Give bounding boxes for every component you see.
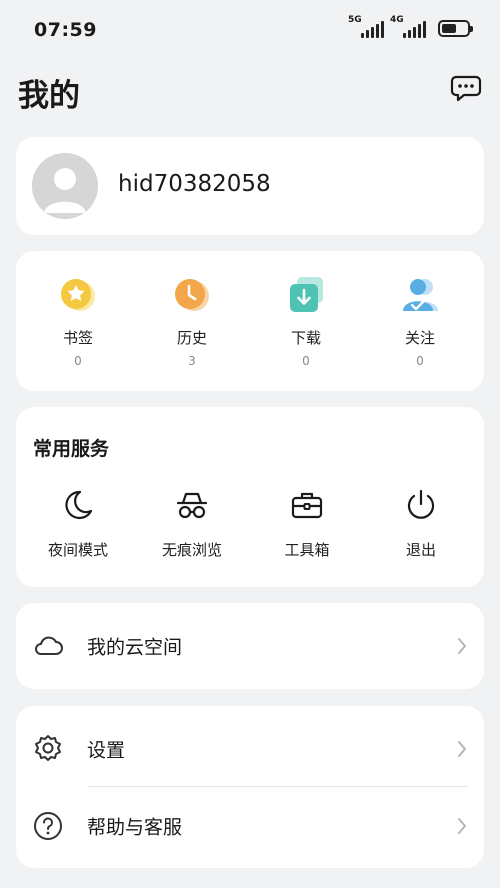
stat-label: 历史 [176,329,207,347]
page-title: 我的 [18,78,80,114]
row-label: 帮助与客服 [87,816,183,839]
chevron-right-icon [456,816,468,836]
service-label: 夜间模式 [47,541,108,559]
service-night-mode[interactable]: 夜间模式 [23,487,133,560]
services-title: 常用服务 [33,438,110,460]
signal-5g-icon: 5G [348,15,384,38]
status-time: 07:59 [34,19,97,41]
battery-icon [438,19,473,37]
service-label: 退出 [405,541,436,559]
stat-count: 0 [302,354,310,368]
signal-4g-icon: 4G [390,15,426,38]
username[interactable]: hid70382058 [118,171,271,197]
stat-follow[interactable]: 关注 0 [370,275,470,368]
settings-card: 设置 帮助与客服 [16,706,484,868]
chevron-right-icon [456,636,468,656]
stat-count: 0 [416,354,424,368]
service-incognito[interactable]: 无痕浏览 [137,487,247,560]
stat-label: 下载 [290,329,321,347]
status-icons: 5G 4G [348,15,473,38]
help-circle-icon [32,810,64,842]
row-settings[interactable]: 设置 [16,710,484,788]
row-help[interactable]: 帮助与客服 [16,787,484,865]
status-bar: 07:59 5G 4G [0,0,500,60]
chevron-right-icon [456,739,468,759]
stat-history[interactable]: 历史 3 [142,275,242,368]
default-avatar-icon[interactable] [32,153,98,219]
row-cloud-space[interactable]: 我的云空间 [16,607,484,685]
stat-label: 书签 [62,329,93,347]
stat-count: 3 [188,354,196,368]
service-toolbox[interactable]: 工具箱 [252,487,362,560]
incognito-icon [174,487,210,523]
stat-count: 0 [74,354,82,368]
follow-user-icon [400,275,440,315]
stats-card: 书签 0 历史 3 下载 0 关注 0 [16,251,484,391]
services-card: 常用服务 夜间模式 无痕浏览 工具箱 退出 [16,407,484,587]
bookmark-star-icon [58,275,98,315]
stat-download[interactable]: 下载 0 [256,275,356,368]
service-label: 工具箱 [284,541,330,559]
toolbox-icon [289,487,325,523]
network-4g-label: 4G [390,15,404,25]
power-icon [403,487,439,523]
history-clock-icon [172,275,212,315]
stat-label: 关注 [404,329,435,347]
network-5g-label: 5G [348,15,362,25]
profile-card[interactable]: hid70382058 [16,137,484,235]
stat-bookmark[interactable]: 书签 0 [28,275,128,368]
moon-icon [60,487,96,523]
row-label: 设置 [87,739,126,762]
row-label: 我的云空间 [87,636,183,659]
download-icon [286,275,326,315]
cloud-icon [32,630,64,662]
gear-icon [32,733,64,765]
chat-bubble-icon[interactable] [450,74,482,102]
service-logout[interactable]: 退出 [366,487,476,560]
cloud-card[interactable]: 我的云空间 [16,603,484,689]
service-label: 无痕浏览 [161,541,222,559]
